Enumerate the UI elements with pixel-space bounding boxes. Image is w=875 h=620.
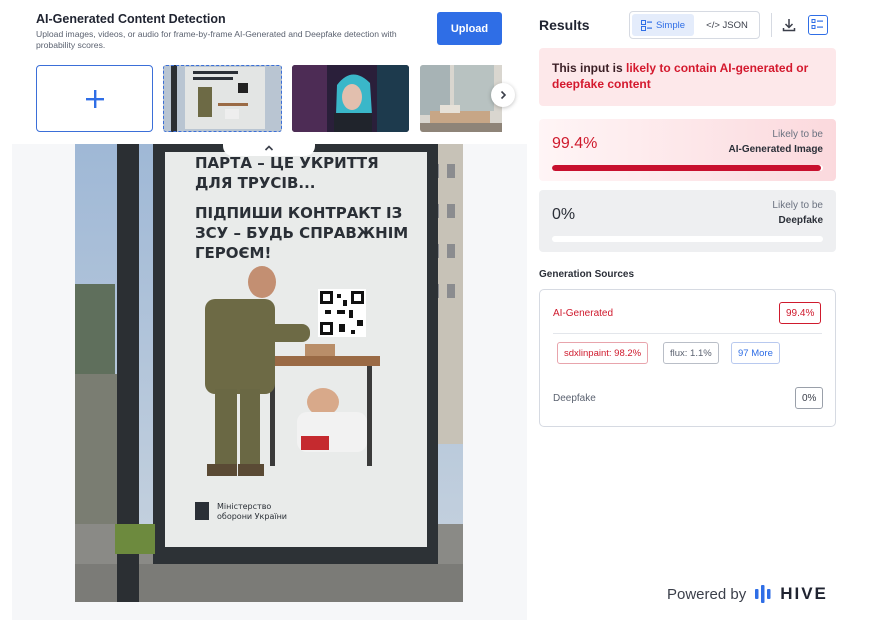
toggle-json-button[interactable]: </> JSON (698, 14, 756, 36)
deepfake-score-card: 0% Likely to be Deepfake (539, 190, 836, 252)
simple-view-icon (640, 19, 652, 31)
ai-score-bar-fill (552, 165, 822, 171)
verdict-prefix: This input is (552, 61, 626, 75)
results-title: Results (539, 17, 590, 33)
gen-deepfake-badge: 0% (795, 387, 824, 409)
download-icon[interactable] (780, 16, 798, 34)
gen-ai-label: AI-Generated (553, 308, 614, 319)
collapse-toggle[interactable] (223, 140, 315, 156)
toolbar-divider (771, 13, 772, 37)
plus-icon (85, 89, 104, 108)
generation-sources-card: AI-Generated 99.4% sdxlinpaint: 98.2% fl… (539, 289, 836, 427)
gen-divider (553, 333, 822, 334)
thumbnail-2[interactable] (292, 65, 409, 132)
ministry-line2: оборони України (217, 512, 287, 521)
poster-line5: ГЕРОЄМ! (195, 244, 271, 262)
ai-score-label: AI-Generated Image (728, 144, 823, 155)
ministry-line1: Міністерство (217, 502, 271, 511)
powered-by-text: Powered by (667, 585, 747, 603)
upload-button[interactable]: Upload (437, 12, 502, 45)
app-root: ПАРТА – ЦЕ УКРИТТЯ ДЛЯ ТРУСІВ... ПІДПИШИ… (0, 0, 875, 620)
list-view-icon[interactable] (808, 15, 828, 35)
deepfake-score-bar (552, 236, 823, 242)
chevron-right-icon (500, 90, 507, 100)
gen-ai-badge: 99.4% (779, 302, 822, 324)
toggle-simple-button[interactable]: Simple (632, 14, 694, 36)
generation-sources-title: Generation Sources (539, 269, 635, 280)
deepfake-score-value: 0% (552, 206, 576, 223)
thumbnail-3[interactable] (420, 65, 502, 132)
list-view-glyph (811, 19, 823, 29)
add-media-tile[interactable] (36, 65, 153, 132)
source-chip-flux: flux: 1.1% (663, 342, 719, 364)
toggle-simple-label: Simple (655, 19, 686, 31)
poster-line3: ПІДПИШИ КОНТРАКТ ІЗ (195, 204, 402, 222)
verdict-banner: This input is likely to contain AI-gener… (539, 48, 836, 106)
page-title: AI-Generated Content Detection (36, 12, 226, 26)
view-toggle: Simple </> JSON (629, 11, 760, 39)
more-sources-button[interactable]: 97 More (731, 342, 780, 364)
chevron-up-icon (264, 145, 274, 151)
thumbnail-selected[interactable] (163, 65, 282, 132)
qr-code (318, 289, 366, 337)
deepfake-score-label: Deepfake (778, 215, 823, 226)
hive-logo-icon (755, 585, 771, 603)
ai-score-card: 99.4% Likely to be AI-Generated Image (539, 119, 836, 181)
ai-score-caption: Likely to be (772, 129, 823, 140)
poster-line2: ДЛЯ ТРУСІВ... (195, 174, 316, 192)
ai-score-value: 99.4% (552, 135, 598, 152)
image-preview: ПАРТА – ЦЕ УКРИТТЯ ДЛЯ ТРУСІВ... ПІДПИШИ… (75, 144, 463, 602)
carousel-next-button[interactable] (491, 83, 515, 107)
gen-deepfake-label: Deepfake (553, 393, 596, 404)
deepfake-score-caption: Likely to be (772, 200, 823, 211)
ai-score-bar (552, 165, 823, 171)
poster-line1: ПАРТА – ЦЕ УКРИТТЯ (195, 154, 379, 172)
source-chip-sdxlinpaint: sdxlinpaint: 98.2% (557, 342, 649, 364)
poster-line4: ЗСУ – БУДЬ СПРАВЖНІМ (195, 224, 408, 242)
hive-brand-text: HIVE (780, 584, 828, 603)
powered-by[interactable]: Powered by HIVE (667, 584, 828, 604)
page-subtitle: Upload images, videos, or audio for fram… (36, 29, 397, 50)
